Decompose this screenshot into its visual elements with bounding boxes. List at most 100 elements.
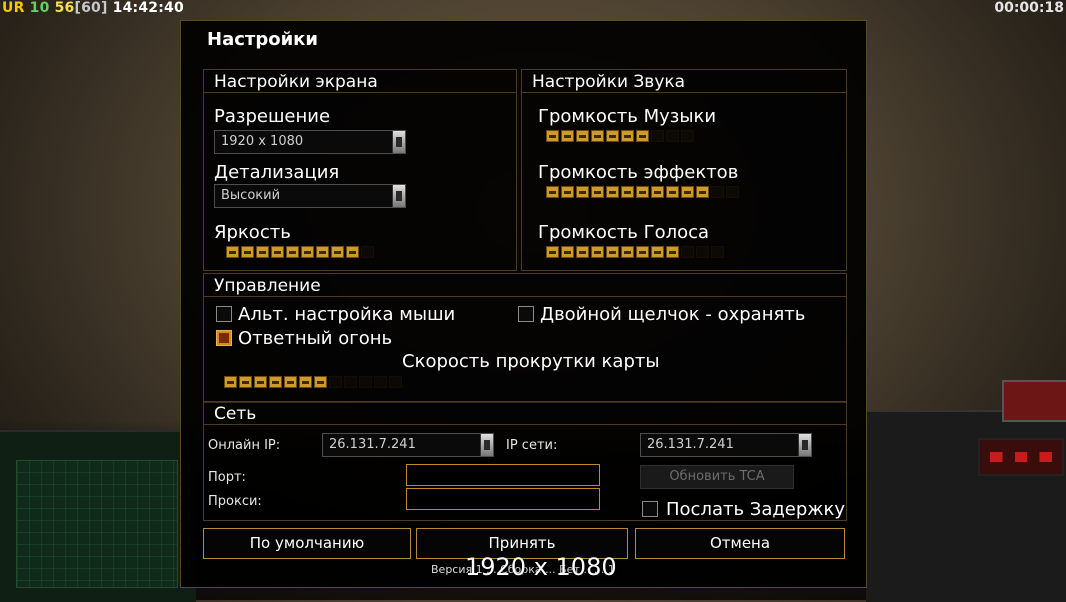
slider-segment — [636, 246, 649, 258]
slider-segment — [561, 130, 574, 142]
slider-segment — [359, 376, 372, 388]
slider-segment — [316, 246, 329, 258]
net-ip-select[interactable]: 26.131.7.241 — [640, 433, 812, 457]
slider-segment — [254, 376, 267, 388]
online-ip-dropdown-icon[interactable] — [480, 434, 493, 456]
update-tca-button[interactable]: Обновить TCA — [640, 465, 794, 489]
resolution-label: Разрешение — [214, 106, 331, 127]
hud-value-10: 10 — [29, 0, 50, 16]
sound-settings-title: Настройки Звука — [532, 72, 686, 92]
hud-value-60: [60] — [74, 0, 108, 16]
slider-segment — [314, 376, 327, 388]
alt-mouse-label: Альт. настройка мыши — [238, 304, 456, 325]
slider-segment — [606, 186, 619, 198]
slider-segment — [666, 186, 679, 198]
slider-segment — [389, 376, 402, 388]
slider-segment — [301, 246, 314, 258]
effects-volume-slider[interactable] — [546, 186, 739, 198]
double-click-checkbox[interactable] — [518, 306, 534, 322]
slider-segment — [271, 246, 284, 258]
alt-mouse-checkbox[interactable] — [216, 306, 232, 322]
slider-segment — [346, 246, 359, 258]
slider-segment — [621, 246, 634, 258]
slider-segment — [666, 246, 679, 258]
hud-timer: 00:00:18 — [994, 0, 1064, 16]
slider-segment — [546, 186, 559, 198]
slider-segment — [636, 186, 649, 198]
detail-dropdown-icon[interactable] — [392, 185, 405, 207]
music-volume-label: Громкость Музыки — [538, 106, 717, 127]
net-ip-value: 26.131.7.241 — [647, 437, 734, 452]
slider-segment — [636, 130, 649, 142]
slider-segment — [561, 186, 574, 198]
hud-ur: UR — [2, 0, 25, 16]
detail-select[interactable]: Высокий — [214, 184, 406, 208]
online-ip-select[interactable]: 26.131.7.241 — [322, 433, 494, 457]
settings-dialog: Настройки Настройки экрана Разрешение 19… — [180, 20, 867, 588]
alert-lights — [978, 438, 1064, 476]
slider-segment — [651, 246, 664, 258]
slider-segment — [361, 246, 374, 258]
slider-segment — [666, 130, 679, 142]
proxy-label: Прокси: — [208, 494, 262, 509]
slider-segment — [711, 246, 724, 258]
detail-value: Высокий — [221, 188, 281, 203]
slider-segment — [681, 186, 694, 198]
resolution-dropdown-icon[interactable] — [392, 131, 405, 153]
net-ip-label: IP сети: — [506, 438, 558, 453]
slider-segment — [344, 376, 357, 388]
slider-segment — [224, 376, 237, 388]
slider-segment — [576, 246, 589, 258]
slider-segment — [576, 186, 589, 198]
slider-segment — [696, 186, 709, 198]
slider-segment — [329, 376, 342, 388]
return-fire-checkbox[interactable] — [216, 330, 232, 346]
slider-segment — [726, 186, 739, 198]
slider-segment — [239, 376, 252, 388]
slider-segment — [286, 246, 299, 258]
controls-section: Управление Альт. настройка мыши Двойной … — [203, 273, 847, 403]
screen-settings-section: Настройки экрана Разрешение 1920 x 1080 … — [203, 69, 517, 271]
slider-segment — [256, 246, 269, 258]
voice-volume-label: Громкость Голоса — [538, 222, 710, 243]
detail-label: Детализация — [214, 162, 340, 183]
network-header: Сеть — [204, 402, 846, 425]
minimap-panel — [0, 430, 196, 602]
brightness-label: Яркость — [214, 222, 291, 243]
slider-segment — [591, 130, 604, 142]
send-delay-checkbox[interactable] — [642, 501, 658, 517]
sound-settings-section: Настройки Звука Громкость Музыки Громкос… — [521, 69, 847, 271]
port-input[interactable] — [406, 464, 600, 486]
network-section: Сеть Онлайн IP: 26.131.7.241 IP сети: 26… — [203, 401, 847, 521]
slider-segment — [606, 130, 619, 142]
online-ip-label: Онлайн IP: — [208, 438, 281, 453]
screen-settings-header: Настройки экрана — [204, 70, 516, 93]
cancel-button[interactable]: Отмена — [635, 528, 845, 559]
slider-segment — [226, 246, 239, 258]
faction-badge — [1002, 380, 1066, 422]
default-button[interactable]: По умолчанию — [203, 528, 411, 559]
slider-segment — [651, 186, 664, 198]
net-ip-dropdown-icon[interactable] — [798, 434, 811, 456]
resolution-value: 1920 x 1080 — [221, 134, 304, 149]
slider-segment — [591, 186, 604, 198]
voice-volume-slider[interactable] — [546, 246, 724, 258]
slider-segment — [681, 130, 694, 142]
controls-title: Управление — [214, 276, 321, 296]
send-delay-label: Послать Задержку — [666, 499, 846, 520]
scroll-speed-slider[interactable] — [224, 376, 402, 388]
slider-segment — [299, 376, 312, 388]
minimap-grid — [16, 460, 178, 588]
music-volume-slider[interactable] — [546, 130, 694, 142]
command-panel — [866, 410, 1066, 602]
resolution-select[interactable]: 1920 x 1080 — [214, 130, 406, 154]
proxy-input[interactable] — [406, 488, 600, 510]
slider-segment — [681, 246, 694, 258]
slider-segment — [374, 376, 387, 388]
dialog-title: Настройки — [207, 29, 319, 50]
double-click-label: Двойной щелчок - охранять — [540, 304, 806, 325]
slider-segment — [606, 246, 619, 258]
network-title: Сеть — [214, 404, 257, 424]
resolution-overlay: 1920 x 1080 — [465, 553, 617, 581]
brightness-slider[interactable] — [226, 246, 374, 258]
